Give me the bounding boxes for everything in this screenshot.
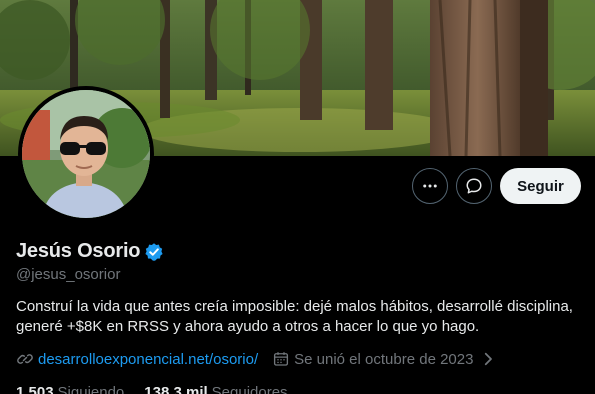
website-link[interactable]: desarrolloexponencial.net/osorio/ [38,351,258,368]
chevron-right-icon [485,352,493,366]
name-row: Jesús Osorio [16,240,164,263]
avatar[interactable] [18,86,154,222]
bio: Construí la vida que antes creía imposib… [16,298,573,335]
follow-button[interactable]: Seguir [500,168,581,204]
handle: @jesus_osorior [16,266,121,283]
verified-badge-icon[interactable] [144,242,164,262]
link-icon [17,354,33,364]
website-item: desarrolloexponencial.net/osorio/ [16,350,258,368]
more-icon [423,184,437,188]
follow-counts: 1.503 Siguiendo 138,3 mil Seguidores [16,384,288,394]
joined-item[interactable]: Se unió el octubre de 2023 [272,350,497,368]
profile-page: Seguir Jesús Osorio @jesus_osorior Const… [0,0,595,394]
profile-meta: desarrolloexponencial.net/osorio/ Se uni… [16,350,497,368]
message-button[interactable] [456,168,492,204]
display-name: Jesús Osorio [16,240,141,262]
following-label: Siguiendo [57,384,125,394]
followers-count: 138,3 mil [144,384,208,394]
joined-text: Se unió el octubre de 2023 [294,350,474,368]
following-link[interactable]: 1.503 Siguiendo [16,384,124,394]
message-icon [466,178,482,194]
more-button[interactable] [412,168,448,204]
followers-link[interactable]: 138,3 mil Seguidores [144,384,287,394]
followers-label: Seguidores [211,384,288,394]
calendar-icon [274,352,289,366]
following-count: 1.503 [16,384,54,394]
